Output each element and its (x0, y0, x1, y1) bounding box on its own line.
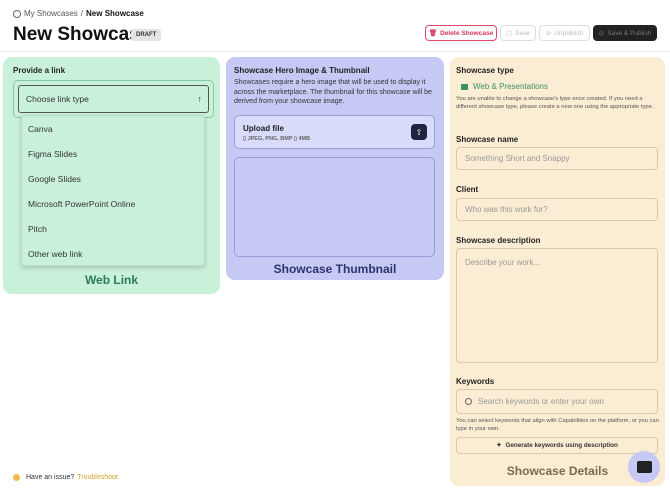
description-label: Showcase description (456, 236, 541, 245)
file-icon: ▯ (243, 136, 247, 142)
generate-keywords-button[interactable]: ✦ Generate keywords using description (456, 437, 658, 454)
breadcrumb-current: New Showcase (86, 9, 144, 18)
description-placeholder: Describe your work... (465, 258, 541, 267)
delete-showcase-button[interactable]: 🗑 Delete Showcase (425, 25, 497, 41)
description-textarea[interactable]: Describe your work... (456, 248, 658, 363)
link-type-select-field[interactable]: Choose link type ↑ (18, 85, 209, 113)
showcase-icon (13, 9, 21, 18)
hero-image-card: Showcase Hero Image & Thumbnail Showcase… (226, 57, 444, 280)
option-powerpoint-online[interactable]: Microsoft PowerPoint Online (28, 199, 135, 209)
showcase-type-text: Web & Presentations (473, 82, 549, 91)
chat-button[interactable] (628, 451, 660, 483)
client-label: Client (456, 185, 479, 194)
unpublish-button[interactable]: ⊘ Unpublish (539, 25, 590, 41)
upload-icon[interactable]: ⇧ (411, 124, 427, 140)
link-type-dropdown: Canva Figma Slides Google Slides Microso… (21, 115, 205, 266)
option-figma-slides[interactable]: Figma Slides (28, 149, 77, 159)
search-icon (465, 398, 472, 405)
chat-icon (636, 461, 652, 473)
keywords-note: You can select keywords that align with … (456, 418, 659, 432)
option-other-web-link[interactable]: Other web link (28, 249, 82, 259)
upload-file-formats: ▯ JPEG, PNG, BMP ▯ 4MB (243, 136, 310, 142)
page-title: New Showcase (13, 24, 151, 45)
save-button[interactable]: ▢ Save (500, 25, 536, 41)
save-label: Save (515, 29, 530, 37)
troubleshoot-link[interactable]: Troubleshoot (77, 474, 118, 481)
save-icon: ▢ (506, 30, 513, 37)
issue-text: Have an issue? (26, 474, 75, 481)
upload-size: 4MB (298, 136, 311, 142)
upload-file-dropzone[interactable]: Upload file ▯ JPEG, PNG, BMP ▯ 4MB ⇧ (234, 115, 435, 149)
showcase-thumbnail-caption: Showcase Thumbnail (273, 262, 397, 276)
arrow-up-icon: ↑ (197, 94, 203, 104)
status-badge: DRAFT (131, 29, 162, 41)
keywords-search-input[interactable]: Search keywords or enter your own (456, 389, 658, 414)
delete-showcase-label: Delete Showcase (440, 29, 494, 37)
trash-icon: 🗑 (428, 30, 438, 37)
unpublish-label: Unpublish (554, 29, 584, 37)
header-divider (0, 51, 670, 52)
showcase-name-input[interactable]: Something Short and Snappy (456, 147, 658, 170)
showcase-type-note: You are unable to change a showcase's ty… (456, 96, 654, 110)
showcase-details-panel: Showcase type Web & Presentations You ar… (450, 57, 665, 486)
showcase-type-value: Web & Presentations (456, 80, 554, 93)
upload-file-title: Upload file (243, 124, 284, 133)
save-publish-button[interactable]: ◎ Save & Publish (593, 25, 657, 41)
option-pitch[interactable]: Pitch (28, 224, 47, 234)
upload-formats: JPEG, PNG, BMP (247, 136, 293, 142)
save-publish-label: Save & Publish (607, 29, 652, 37)
breadcrumb: My Showcases / New Showcase (13, 9, 144, 18)
link-type-select[interactable]: Choose link type ↑ (13, 80, 214, 118)
showcase-name-label: Showcase name (456, 135, 519, 144)
hero-image-description: Showcases require a hero image that will… (234, 79, 432, 105)
size-icon: ▯ (293, 136, 297, 142)
option-google-slides[interactable]: Google Slides (28, 174, 81, 184)
hero-image-label: Showcase Hero Image & Thumbnail (234, 66, 370, 75)
showcase-name-placeholder: Something Short and Snappy (465, 154, 570, 163)
client-input[interactable]: Who was this work for? (456, 198, 658, 221)
sparkle-icon: ✦ (496, 442, 502, 449)
breadcrumb-separator: / (80, 9, 84, 18)
warning-icon (13, 474, 20, 481)
web-link-caption: Web Link (84, 273, 139, 287)
publish-icon: ◎ (598, 30, 605, 37)
keywords-placeholder: Search keywords or enter your own (478, 397, 604, 406)
generate-keywords-label: Generate keywords using description (505, 442, 618, 449)
thumbnail-preview (234, 157, 435, 257)
presentation-icon (461, 83, 468, 90)
showcase-type-label: Showcase type (456, 66, 514, 75)
client-placeholder: Who was this work for? (465, 205, 548, 214)
footer-issue: Have an issue? Troubleshoot (13, 474, 118, 481)
unpublish-icon: ⊘ (545, 30, 552, 37)
link-type-placeholder: Choose link type (26, 94, 89, 104)
option-canva[interactable]: Canva (28, 124, 53, 134)
provide-link-label: Provide a link (13, 66, 66, 75)
breadcrumb-parent[interactable]: My Showcases (24, 9, 78, 18)
keywords-label: Keywords (456, 377, 495, 386)
